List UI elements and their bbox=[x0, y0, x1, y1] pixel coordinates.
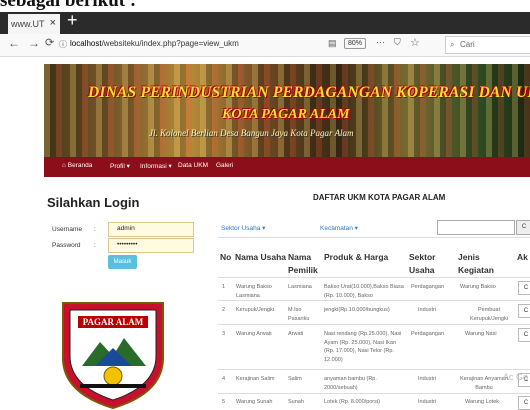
cell-jenis: Warung Lotek bbox=[465, 399, 500, 405]
cell-sektor: Perdagangan bbox=[411, 331, 445, 337]
row-action-button[interactable]: C bbox=[518, 281, 530, 295]
row-divider bbox=[218, 277, 530, 278]
cell-usaha: Warung Sunah bbox=[236, 399, 273, 405]
cell-sektor: Industri bbox=[418, 376, 437, 382]
windows-activation-watermark: Ac Go bbox=[503, 372, 529, 382]
cell-sektor: Industri bbox=[418, 399, 437, 405]
login-button[interactable]: Masuk bbox=[108, 255, 137, 269]
login-title: Silahkan Login bbox=[47, 195, 140, 210]
filter-kecamatan-dropdown[interactable]: Kecamatan ▾ bbox=[320, 224, 358, 232]
cell-produk: Nasi rendang (Rp.25.000), Nasi Ayam (Rp.… bbox=[324, 331, 402, 363]
cell-no: 2 bbox=[222, 307, 226, 313]
banner-title: DINAS PERINDUSTRIAN PERDAGANGAN KOPERASI… bbox=[88, 84, 530, 101]
password-input[interactable]: ••••••••• bbox=[108, 238, 194, 253]
browser-toolbar: ← → ⟳ ⓘ localhost/websiteku/index.php?pa… bbox=[0, 34, 530, 57]
row-divider bbox=[218, 393, 530, 394]
pocket-icon[interactable]: ⛉ bbox=[394, 37, 401, 48]
cell-jenis: Kerajinan Anyaman Bambu bbox=[460, 376, 508, 391]
cell-usaha: Warung Bakso Lasmiana bbox=[236, 284, 272, 299]
cell-produk: Bakso Urat(10.000),Bakso Biasa (Rp. 10.0… bbox=[324, 284, 404, 299]
banner-subtitle: KOTA PAGAR ALAM bbox=[222, 107, 350, 122]
cell-sektor: Perdagangan bbox=[411, 284, 445, 290]
username-label: Username bbox=[52, 226, 82, 233]
cell-pemilik: Lasmiana bbox=[288, 284, 312, 290]
url-bar[interactable]: localhost/websiteku/index.php?page=view_… bbox=[70, 39, 239, 48]
nav-home[interactable]: ⌂ Beranda bbox=[62, 162, 92, 169]
new-tab-icon[interactable]: + bbox=[67, 10, 78, 31]
cell-produk: Lotek (Rp. 8.000/porsi) bbox=[324, 399, 380, 405]
username-value: admin bbox=[117, 225, 135, 232]
cell-pemilik: Arwati bbox=[288, 331, 304, 337]
row-divider bbox=[218, 369, 530, 370]
cell-jenis: Warung Bakso bbox=[460, 284, 496, 290]
cell-produk: jengki(Rp.10.000/bungkus) bbox=[324, 307, 390, 313]
reload-icon[interactable]: ⟳ bbox=[45, 36, 54, 49]
nav-informasi[interactable]: Informasi ▾ bbox=[140, 162, 172, 170]
row-action-button[interactable]: C bbox=[518, 396, 530, 410]
table-divider bbox=[218, 237, 530, 238]
password-value: ••••••••• bbox=[117, 241, 138, 248]
url-host: localhost bbox=[70, 39, 102, 48]
cell-jenis: Warung Nasi bbox=[465, 331, 497, 337]
bookmark-star-icon[interactable]: ☆ bbox=[410, 36, 420, 49]
tab-title: www.UT bbox=[11, 19, 45, 29]
search-icon: ⌕ bbox=[450, 40, 455, 49]
table-title: DAFTAR UKM KOTA PAGAR ALAM bbox=[313, 193, 446, 202]
more-icon[interactable]: ⋯ bbox=[376, 37, 385, 48]
cell-usaha: Warung Arwati bbox=[236, 331, 272, 337]
username-input[interactable]: admin bbox=[108, 222, 194, 237]
row-action-button[interactable]: C bbox=[518, 304, 530, 318]
nav-galeri[interactable]: Galeri bbox=[216, 162, 233, 169]
dropdown-caret-icon: ▾ bbox=[126, 163, 130, 170]
filter-sektor-dropdown[interactable]: Sektor Usaha ▾ bbox=[221, 224, 265, 232]
forward-icon[interactable]: → bbox=[28, 36, 40, 50]
cell-usaha: Kerupuk/Jengki bbox=[236, 307, 274, 313]
cell-no: 5 bbox=[222, 399, 226, 405]
cell-no: 1 bbox=[222, 284, 226, 290]
browser-tab-bar: www.UT × + bbox=[0, 10, 530, 34]
pagar-alam-logo: PAGAR ALAM bbox=[62, 302, 164, 409]
url-path: /websiteku/index.php?page=view_ukm bbox=[101, 39, 239, 48]
site-banner: DINAS PERINDUSTRIAN PERDAGANGAN KOPERASI… bbox=[44, 64, 530, 162]
username-sep: : bbox=[94, 226, 96, 233]
back-icon[interactable]: ← bbox=[8, 36, 20, 50]
row-action-button[interactable]: C bbox=[518, 328, 530, 342]
cell-usaha: Kerajinan Salim bbox=[236, 376, 275, 382]
cell-jenis: Pembuat Kerupuk/Jengki bbox=[470, 307, 508, 322]
cell-no: 3 bbox=[222, 331, 226, 337]
zoom-level[interactable]: 80% bbox=[344, 38, 367, 49]
col-produk: Produk & Harga bbox=[324, 252, 389, 262]
logo-text: PAGAR ALAM bbox=[83, 317, 144, 327]
cell-sektor: Industri bbox=[418, 307, 437, 313]
nav-data-ukm[interactable]: Data UKM bbox=[178, 162, 208, 169]
password-sep: : bbox=[94, 242, 96, 249]
col-nama-usaha: Nama Usaha bbox=[235, 252, 287, 262]
row-divider bbox=[218, 300, 530, 301]
password-label: Password bbox=[52, 242, 81, 249]
nav-profil[interactable]: Profil ▾ bbox=[110, 162, 130, 170]
dropdown-caret-icon: ▾ bbox=[168, 163, 172, 170]
col-jenis: Jenis Kegiatan bbox=[458, 252, 494, 275]
table-search-button[interactable]: C bbox=[516, 220, 530, 235]
row-divider bbox=[218, 324, 530, 325]
home-icon: ⌂ bbox=[62, 162, 66, 169]
site-info-icon[interactable]: ⓘ bbox=[59, 39, 67, 50]
table-search-input[interactable] bbox=[437, 220, 515, 235]
cell-pemilik: Sunah bbox=[288, 399, 304, 405]
site-navigation: ⌂ Beranda Profil ▾ Informasi ▾ Data UKM … bbox=[44, 157, 530, 177]
col-no: No bbox=[220, 252, 232, 262]
banner-address: Jl. Kolonel Berlian Desa Bangun Jaya Kot… bbox=[149, 128, 354, 138]
col-aksi: Ak bbox=[517, 252, 528, 262]
col-sektor: Sektor Usaha bbox=[409, 252, 436, 275]
cell-pemilik: M.Iso Pasariku bbox=[288, 307, 310, 322]
cell-no: 4 bbox=[222, 376, 226, 382]
browser-search-box[interactable]: ⌕ Cari bbox=[445, 36, 530, 54]
col-nama-pemilik: Nama Pemilik bbox=[288, 252, 318, 275]
close-tab-icon[interactable]: × bbox=[50, 17, 56, 29]
cell-produk: anyaman bambu (Rp. 2000/sebuah) bbox=[324, 376, 377, 391]
cell-pemilik: Salim bbox=[288, 376, 302, 382]
browser-tab[interactable]: www.UT × bbox=[8, 14, 60, 34]
search-placeholder: Cari bbox=[460, 40, 475, 49]
reader-view-icon[interactable]: ▤ bbox=[328, 38, 337, 49]
